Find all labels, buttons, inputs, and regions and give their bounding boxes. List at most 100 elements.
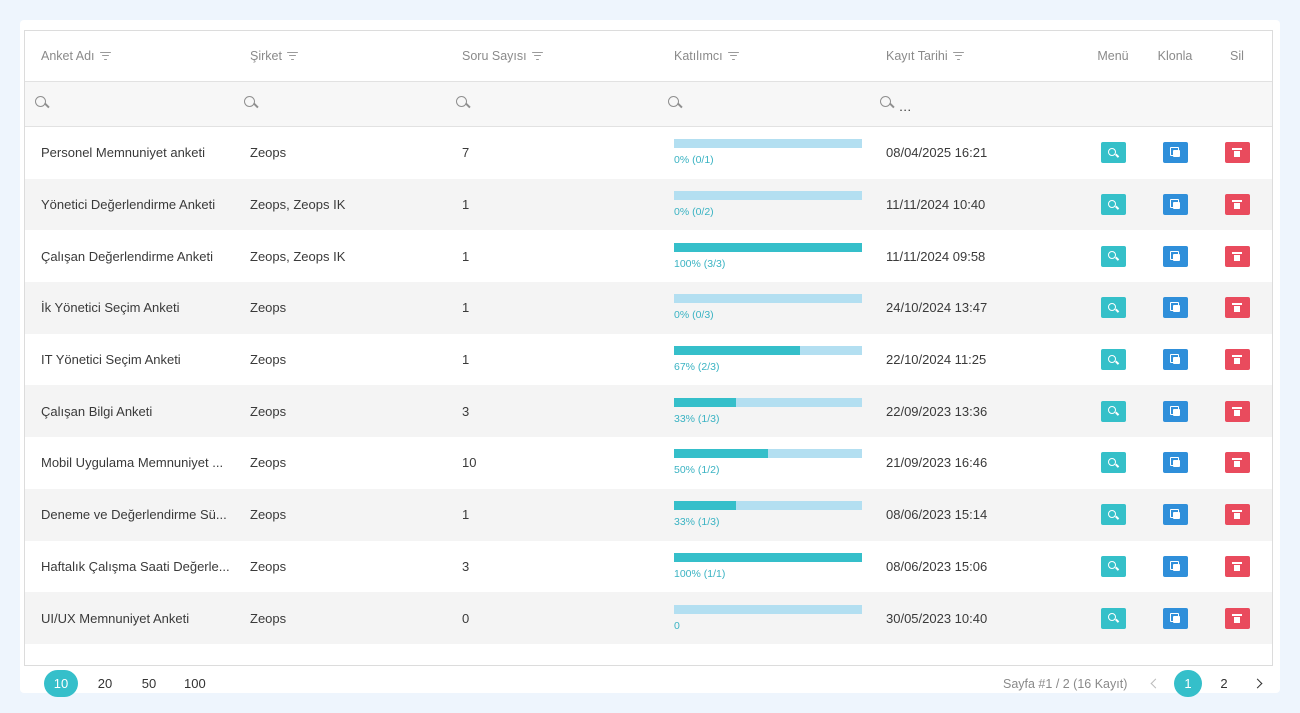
delete-cell — [1206, 194, 1268, 216]
search-icon[interactable] — [455, 95, 471, 111]
table-row[interactable]: Mobil Uygulama Memnuniyet ... Zeops 10 50% … — [25, 437, 1272, 489]
header-count[interactable]: Soru Sayısı — [446, 49, 658, 63]
page-size-option[interactable]: 100 — [176, 670, 214, 697]
header-name[interactable]: Anket Adı — [25, 49, 234, 63]
page-size-option[interactable]: 10 — [44, 670, 78, 697]
clone-button[interactable] — [1162, 504, 1188, 526]
participant-progress: 67% (2/3) — [658, 346, 870, 373]
header-company[interactable]: Şirket — [234, 49, 446, 63]
clone-button[interactable] — [1162, 400, 1188, 422]
delete-button[interactable] — [1224, 452, 1250, 474]
filter-icon[interactable] — [952, 51, 964, 61]
clone-button[interactable] — [1162, 194, 1188, 216]
clone-button[interactable] — [1162, 607, 1188, 629]
menu-button[interactable] — [1100, 607, 1126, 629]
search-icon[interactable] — [667, 95, 683, 111]
trash-icon — [1232, 355, 1242, 365]
participant-progress: 0% (0/2) — [658, 191, 870, 218]
progress-label: 33% (1/3) — [674, 516, 720, 529]
header-date[interactable]: Kayıt Tarihi — [870, 49, 1082, 63]
survey-name: IT Yönetici Seçim Anketi — [41, 352, 181, 368]
filter-icon[interactable] — [727, 51, 739, 61]
filter-icon[interactable] — [286, 51, 298, 61]
filter-icon[interactable] — [531, 51, 543, 61]
table-row[interactable]: Çalışan Değerlendirme Anketi Zeops, Zeops… — [25, 230, 1272, 282]
search-icon[interactable] — [34, 95, 50, 111]
menu-button[interactable] — [1100, 297, 1126, 319]
progress-fill — [674, 397, 737, 407]
menu-button[interactable] — [1100, 452, 1126, 474]
delete-button[interactable] — [1224, 142, 1250, 164]
chevron-left-icon[interactable] — [1144, 670, 1166, 697]
progress-fill — [674, 242, 862, 252]
delete-button[interactable] — [1224, 349, 1250, 371]
delete-button[interactable] — [1224, 245, 1250, 267]
clone-button[interactable] — [1162, 452, 1188, 474]
clone-button[interactable] — [1162, 349, 1188, 371]
header-participant[interactable]: Katılımcı — [658, 49, 870, 63]
table-row[interactable]: Çalışan Bilgi Anketi Zeops 3 33% (1/3) 22/09… — [25, 385, 1272, 438]
clone-button[interactable] — [1162, 245, 1188, 267]
participant-progress: 0% (0/3) — [658, 294, 870, 321]
progress-bar — [674, 397, 862, 407]
survey-name: Çalışan Bilgi Anketi — [41, 403, 153, 419]
chevron-right-icon[interactable] — [1246, 670, 1268, 697]
menu-button[interactable] — [1100, 555, 1126, 577]
table-row[interactable]: IT Yönetici Seçim Anketi Zeops 1 67% (2/3) 2… — [25, 334, 1272, 386]
menu-button[interactable] — [1100, 504, 1126, 526]
page-number-2[interactable]: 2 — [1210, 670, 1238, 697]
menu-button[interactable] — [1100, 245, 1126, 267]
clone-icon — [1169, 509, 1181, 520]
trash-icon — [1232, 303, 1242, 313]
progress-bar — [674, 294, 862, 304]
search-icon[interactable] — [879, 95, 895, 111]
trash-icon — [1232, 458, 1242, 468]
delete-button[interactable] — [1224, 555, 1250, 577]
page-size-option[interactable]: 20 — [88, 670, 122, 697]
progress-bar — [674, 139, 862, 149]
page-size-option[interactable]: 50 — [132, 670, 166, 697]
menu-button[interactable] — [1100, 194, 1126, 216]
filter-count[interactable] — [446, 95, 658, 114]
filter-icon[interactable] — [99, 51, 111, 61]
clone-icon — [1169, 302, 1181, 313]
trash-icon — [1232, 406, 1242, 416]
participant-progress: 0 — [658, 604, 870, 632]
menu-cell — [1082, 349, 1144, 371]
delete-button[interactable] — [1224, 504, 1250, 526]
delete-cell — [1206, 142, 1268, 164]
search-icon[interactable] — [243, 95, 259, 111]
table-row[interactable]: İk Yönetici Seçim Anketi Zeops 1 0% (0/3) 24… — [25, 282, 1272, 334]
trash-icon — [1232, 251, 1242, 261]
delete-button[interactable] — [1224, 400, 1250, 422]
table-row[interactable]: Deneme ve Değerlendirme Sü... Zeops 1 33% (… — [25, 488, 1272, 541]
clone-cell — [1144, 607, 1206, 629]
clone-button[interactable] — [1162, 555, 1188, 577]
menu-button[interactable] — [1100, 400, 1126, 422]
filter-date[interactable] — [870, 95, 1082, 114]
progress-label: 0 — [674, 619, 680, 632]
grid-header: Anket Adı Şirket Soru Sayısı Katılımcı K… — [25, 31, 1272, 82]
table-row[interactable]: Yönetici Değerlendirme Anketi Zeops, Zeop… — [25, 178, 1272, 231]
record-date: 30/05/2023 10:40 — [886, 610, 988, 626]
page-number-1[interactable]: 1 — [1174, 670, 1202, 697]
clone-button[interactable] — [1162, 297, 1188, 319]
menu-button[interactable] — [1100, 142, 1126, 164]
delete-button[interactable] — [1224, 194, 1250, 216]
delete-button[interactable] — [1224, 297, 1250, 319]
table-row[interactable]: Personel Memnuniyet anketi Zeops 7 0% (0/1)… — [25, 127, 1272, 179]
table-row[interactable]: Haftalık Çalışma Saati Değerle... Zeops 3 1… — [25, 541, 1272, 593]
filter-name[interactable] — [25, 95, 234, 114]
zoom-icon — [1108, 199, 1118, 210]
zoom-icon — [1108, 302, 1118, 313]
filter-participant[interactable] — [658, 95, 870, 114]
clone-cell — [1144, 400, 1206, 422]
table-row[interactable]: UI/UX Memnuniyet Anketi Zeops 0 0 30/05/2023… — [25, 592, 1272, 644]
filter-company[interactable] — [234, 95, 446, 114]
delete-button[interactable] — [1224, 607, 1250, 629]
menu-button[interactable] — [1100, 349, 1126, 371]
clone-button[interactable] — [1162, 142, 1188, 164]
zoom-icon — [1108, 354, 1118, 365]
progress-bar — [674, 242, 862, 252]
clone-cell — [1144, 555, 1206, 577]
